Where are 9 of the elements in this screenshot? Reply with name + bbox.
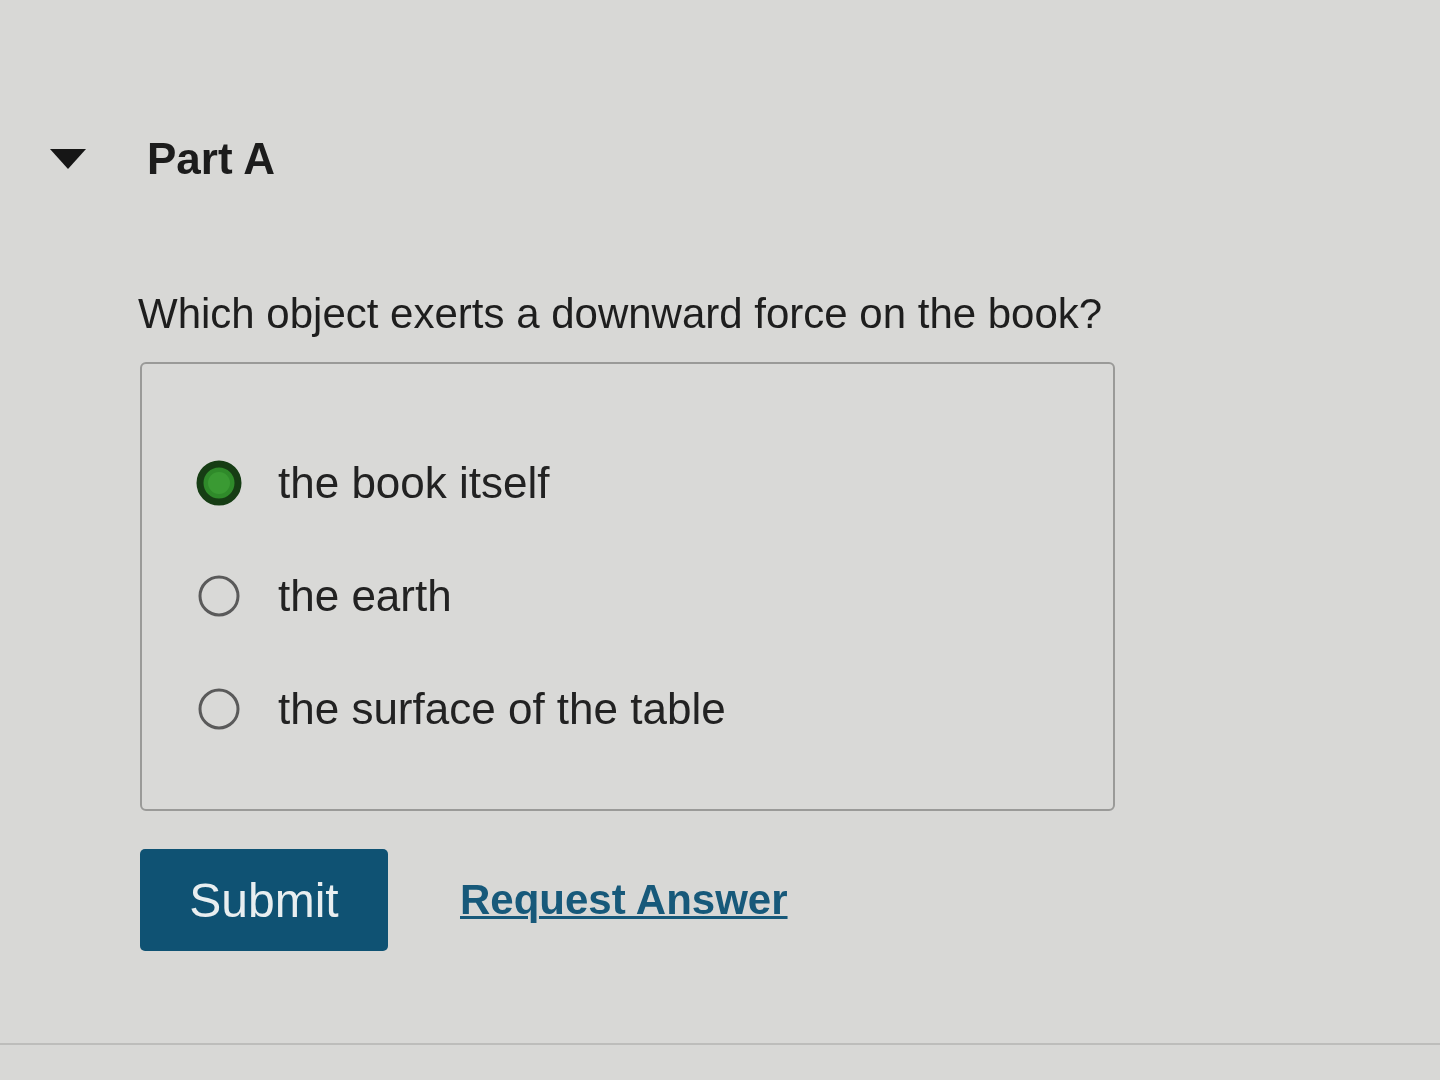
question-text: Which object exerts a downward force on the book? — [138, 289, 1104, 339]
radio-button[interactable] — [196, 459, 242, 506]
request-answer-link[interactable]: Request Answer — [460, 876, 788, 924]
option-label[interactable]: the earth — [278, 567, 452, 624]
submit-button[interactable]: Submit — [140, 849, 388, 951]
part-title: Part A — [147, 133, 275, 185]
caret-icon[interactable] — [50, 149, 86, 169]
option-label[interactable]: the book itself — [278, 454, 550, 511]
option-label[interactable]: the surface of the table — [278, 680, 726, 737]
